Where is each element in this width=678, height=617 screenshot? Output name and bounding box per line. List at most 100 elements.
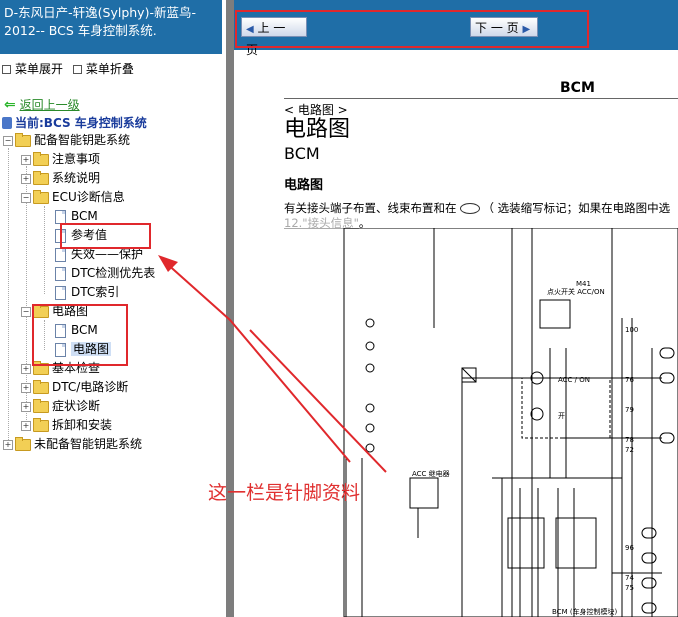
option-oval-icon bbox=[459, 203, 480, 214]
square-icon bbox=[72, 64, 82, 74]
tree-item-label[interactable]: 配备智能钥匙系统 bbox=[34, 133, 130, 147]
schematic-label: 点火开关 ACC/ON bbox=[547, 287, 605, 296]
expand-toggle-icon[interactable]: + bbox=[21, 363, 31, 374]
expand-toggle-icon[interactable]: + bbox=[21, 401, 31, 412]
next-page-button[interactable]: 下 一 页 ▶ bbox=[470, 17, 538, 37]
schematic-label: ACC 继电器 bbox=[412, 469, 450, 478]
tree-item-label[interactable]: 未配备智能钥匙系统 bbox=[34, 437, 142, 451]
folder-icon bbox=[33, 170, 49, 185]
folder-open-icon bbox=[33, 303, 49, 318]
door-switch-box bbox=[555, 517, 597, 569]
connector-tag bbox=[641, 602, 657, 614]
document-icon bbox=[55, 342, 66, 357]
current-system-label: 当前:BCS 车身控制系统 bbox=[15, 116, 147, 130]
tree-item-label[interactable]: DTC/电路诊断 bbox=[52, 380, 128, 394]
document-icon bbox=[55, 266, 66, 281]
note-text: （ 选装缩写标记；如果在电路图中选 bbox=[482, 201, 671, 215]
document-pane: ◀ 上 一 页 下 一 页 ▶ BCM < 电路图 > 电路图 BCM 电路图 … bbox=[234, 0, 678, 617]
expand-toggle-icon[interactable]: + bbox=[21, 420, 31, 431]
back-link[interactable]: ⇐ 返回上一级 bbox=[4, 96, 80, 113]
schematic-label: 开 bbox=[558, 412, 565, 420]
document-icon bbox=[55, 209, 66, 224]
connector-circle bbox=[365, 341, 375, 351]
tree-item-removal-installation[interactable]: + 拆卸和安装 bbox=[21, 416, 112, 434]
tree-item-notice[interactable]: + 注意事项 bbox=[21, 150, 100, 168]
folder-icon bbox=[33, 151, 49, 166]
schematic-wire bbox=[461, 367, 477, 383]
schematic-label: M41 bbox=[576, 280, 591, 288]
folder-icon bbox=[33, 360, 49, 375]
tree-item-label[interactable]: 症状诊断 bbox=[52, 399, 100, 413]
tree-item-wiring-bcm[interactable]: BCM bbox=[55, 321, 98, 339]
tree-item-label[interactable]: 注意事项 bbox=[52, 152, 100, 166]
arrow-right-icon: ▶ bbox=[522, 24, 531, 35]
document-icon bbox=[55, 285, 66, 300]
ignition-switch-box bbox=[539, 299, 571, 329]
tree-item-label[interactable]: BCM bbox=[71, 323, 98, 337]
tree-item-label[interactable]: 失效——保护 bbox=[71, 247, 143, 261]
document-icon bbox=[55, 228, 66, 243]
expand-menu-button[interactable]: 菜单展开 bbox=[15, 62, 63, 76]
tree-item-label[interactable]: 拆卸和安装 bbox=[52, 418, 112, 432]
collapse-toggle-icon[interactable]: − bbox=[21, 192, 31, 203]
breadcrumb: < 电路图 > bbox=[284, 103, 348, 117]
wiring-schematic: 点火开关 ACC/ON ACC / ON 开 ACC 继电器 100 76 79… bbox=[343, 228, 678, 617]
schematic-label: 96 bbox=[625, 544, 634, 552]
tree-item-dtc-index[interactable]: DTC索引 bbox=[55, 283, 119, 301]
expand-toggle-icon[interactable]: + bbox=[3, 439, 13, 450]
schematic-label: ACC / ON bbox=[558, 376, 590, 384]
current-system: 当前:BCS 车身控制系统 bbox=[2, 114, 147, 131]
tree-guide-line bbox=[8, 148, 9, 446]
door-switch-box bbox=[507, 517, 545, 569]
tree-item-label[interactable]: 系统说明 bbox=[52, 171, 100, 185]
folder-icon bbox=[33, 379, 49, 394]
tree-guide-line bbox=[44, 206, 45, 294]
section-title: 电路图 bbox=[284, 178, 324, 193]
sidebar: D-东风日产-轩逸(Sylphy)-新蓝鸟- 2012-- BCS 车身控制系统… bbox=[0, 0, 226, 617]
tree-item-ecu-diagnosis[interactable]: − ECU诊断信息 bbox=[21, 188, 125, 206]
tree-item-label[interactable]: ECU诊断信息 bbox=[52, 190, 125, 204]
tree-item-ecu-bcm[interactable]: BCM bbox=[55, 207, 98, 225]
tree-item-without-smart-key[interactable]: + 未配备智能钥匙系统 bbox=[3, 435, 142, 453]
expand-toggle-icon[interactable]: + bbox=[21, 173, 31, 184]
page-nav-bar: ◀ 上 一 页 下 一 页 ▶ bbox=[234, 0, 678, 57]
tree-item-label[interactable]: BCM bbox=[71, 209, 98, 223]
tree-item-dtc-circuit-diagnosis[interactable]: + DTC/电路诊断 bbox=[21, 378, 128, 396]
page-subtitle: BCM bbox=[284, 144, 320, 163]
window-title-line2: 2012-- BCS 车身控制系统. bbox=[4, 23, 157, 38]
connector-tag bbox=[641, 527, 657, 539]
tree-item-dtc-priority[interactable]: DTC检测优先表 bbox=[55, 264, 155, 282]
collapse-menu-button[interactable]: 菜单折叠 bbox=[86, 62, 134, 76]
connector-circle bbox=[365, 403, 375, 413]
tree-item-wiring-diagram[interactable]: − 电路图 bbox=[21, 302, 88, 320]
tree-item-with-smart-key[interactable]: − 配备智能钥匙系统 bbox=[3, 131, 130, 149]
tree-item-label[interactable]: DTC检测优先表 bbox=[71, 266, 155, 280]
expand-toggle-icon[interactable]: + bbox=[21, 382, 31, 393]
connector-circle bbox=[365, 318, 375, 328]
tree-item-wiring-diagram-page[interactable]: 电路图 bbox=[55, 340, 112, 358]
tree-item-label[interactable]: 基本检查 bbox=[52, 361, 100, 375]
tree-item-reference-values[interactable]: 参考值 bbox=[55, 226, 107, 244]
tree-item-basic-inspection[interactable]: + 基本检查 bbox=[21, 359, 100, 377]
expand-toggle-icon[interactable]: + bbox=[21, 154, 31, 165]
next-page-label: 下 一 页 bbox=[475, 21, 519, 35]
prev-page-button[interactable]: ◀ 上 一 页 bbox=[241, 17, 307, 57]
header-divider bbox=[284, 98, 678, 99]
document-icon bbox=[55, 247, 66, 262]
tree-item-symptom-diagnosis[interactable]: + 症状诊断 bbox=[21, 397, 100, 415]
tree-item-label[interactable]: 参考值 bbox=[71, 228, 107, 242]
tree-item-fail-safe[interactable]: 失效——保护 bbox=[55, 245, 143, 263]
back-arrow-icon: ⇐ bbox=[4, 97, 16, 113]
tree-item-system-description[interactable]: + 系统说明 bbox=[21, 169, 100, 187]
tree-item-label[interactable]: 电路图 bbox=[52, 304, 88, 318]
collapse-toggle-icon[interactable]: − bbox=[21, 306, 31, 317]
pane-splitter[interactable] bbox=[226, 0, 234, 617]
menu-toggle-row: 菜单展开 菜单折叠 bbox=[2, 60, 140, 77]
annotation-text: 这一栏是针脚资料 bbox=[208, 482, 361, 504]
back-link-label[interactable]: 返回上一级 bbox=[20, 98, 80, 112]
connector-circle bbox=[365, 443, 375, 453]
tree-item-label[interactable]: DTC索引 bbox=[71, 285, 119, 299]
page-title: 电路图 bbox=[284, 117, 351, 142]
collapse-toggle-icon[interactable]: − bbox=[3, 135, 13, 146]
tree-item-label-selected[interactable]: 电路图 bbox=[71, 342, 112, 356]
